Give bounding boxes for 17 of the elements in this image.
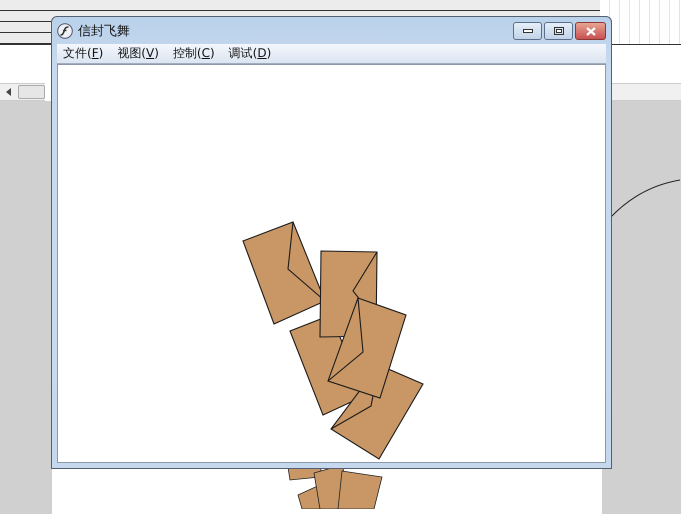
close-button[interactable]: [575, 22, 606, 40]
maximize-button[interactable]: [544, 22, 573, 40]
restore-icon: [554, 27, 564, 35]
minimize-button[interactable]: [513, 22, 542, 40]
menu-item[interactable]: 调试(D): [228, 45, 272, 62]
flash-logo-icon: [57, 22, 73, 38]
scroll-left-icon[interactable]: [6, 88, 12, 96]
menu-item[interactable]: 文件(F): [63, 45, 104, 62]
menu-item[interactable]: 控制(C): [172, 45, 215, 62]
window-title: 信封飞舞: [78, 22, 130, 40]
close-icon: [586, 26, 596, 36]
minimize-icon: [522, 29, 532, 33]
scrollbar-track[interactable]: [612, 83, 681, 101]
horizontal-scrollbar[interactable]: [0, 83, 45, 101]
scroll-thumb[interactable]: [18, 85, 45, 99]
curve-line: [609, 179, 681, 219]
menu-item[interactable]: 视图(V): [117, 45, 159, 62]
